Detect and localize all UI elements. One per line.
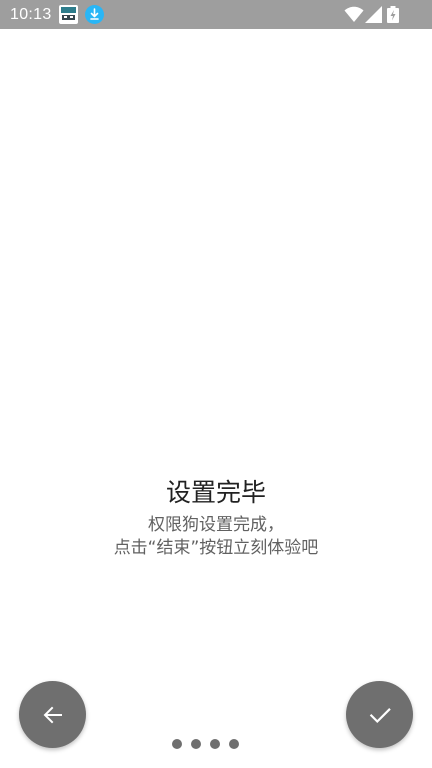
page-indicator xyxy=(172,739,239,749)
status-bar: 10:13 xyxy=(0,0,432,29)
page-indicator-dot[interactable] xyxy=(172,739,182,749)
download-icon xyxy=(85,5,104,24)
back-button[interactable] xyxy=(19,681,86,748)
cellular-signal-icon xyxy=(365,6,382,23)
page-indicator-dot[interactable] xyxy=(229,739,239,749)
page-indicator-dot[interactable] xyxy=(191,739,201,749)
page-description: 权限狗设置完成， 点击“结束”按钮立刻体验吧 xyxy=(0,514,432,560)
description-line-1: 权限狗设置完成， xyxy=(148,515,284,535)
checkmark-icon xyxy=(369,707,391,723)
wifi-icon xyxy=(344,6,364,22)
app-notification-icon xyxy=(59,5,78,24)
arrow-left-icon xyxy=(43,706,62,723)
battery-charging-icon xyxy=(387,6,399,23)
status-time: 10:13 xyxy=(10,6,52,23)
done-button[interactable] xyxy=(346,681,413,748)
page-title: 设置完毕 xyxy=(165,478,266,507)
page-indicator-dot[interactable] xyxy=(210,739,220,749)
description-line-2: 点击“结束”按钮立刻体验吧 xyxy=(113,538,319,558)
